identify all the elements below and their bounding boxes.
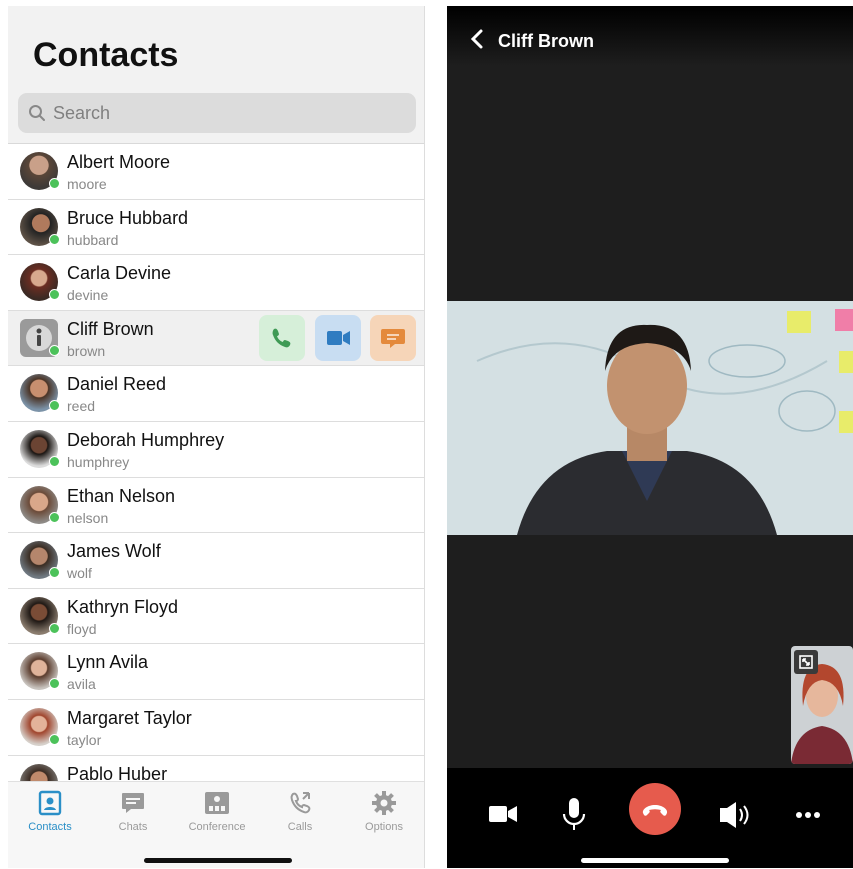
tab-label: Chats xyxy=(118,821,148,833)
online-status-dot xyxy=(49,178,60,189)
contact-username: taylor xyxy=(67,731,102,748)
microphone-button[interactable] xyxy=(547,788,601,842)
hang-up-icon xyxy=(642,805,668,816)
video-call-screen: Cliff Brown xyxy=(447,6,853,868)
contact-row-ethan-nelson[interactable]: Ethan Nelson nelson xyxy=(8,477,424,534)
call-button[interactable] xyxy=(259,314,305,361)
contact-username: humphrey xyxy=(67,453,130,470)
online-status-dot xyxy=(49,455,60,467)
contact-row-carla-devine[interactable]: Carla Devine devine xyxy=(8,255,424,311)
search-icon xyxy=(29,105,45,121)
online-status-dot xyxy=(49,289,60,301)
tab-label: Options xyxy=(365,821,403,833)
tab-label: Calls xyxy=(287,821,313,833)
online-status-dot xyxy=(49,511,60,523)
chevron-left-icon[interactable] xyxy=(469,28,485,50)
online-status-dot xyxy=(49,567,60,579)
contacts-header: Contacts Search xyxy=(8,6,424,144)
video-call-button[interactable] xyxy=(315,314,361,361)
online-status-dot xyxy=(49,678,60,690)
contact-row-margaret-taylor[interactable]: Margaret Taylor taylor xyxy=(8,699,424,756)
contact-row-lynn-avila[interactable]: Lynn Avila avila xyxy=(8,644,424,700)
tab-options[interactable]: Options xyxy=(344,790,424,833)
contact-name: Bruce Hubbard xyxy=(67,207,189,228)
camera-toggle-button[interactable] xyxy=(477,788,531,842)
contact-row-pablo-huber[interactable]: Pablo Huber xyxy=(8,755,424,781)
contact-username: nelson xyxy=(67,509,109,526)
contact-username: floyd xyxy=(67,620,97,637)
call-header: Cliff Brown xyxy=(447,6,853,66)
tab-conference[interactable]: Conference xyxy=(177,790,257,833)
speaker-button[interactable] xyxy=(709,788,763,842)
contacts-panel: Contacts Search Albert Moore moore Bruce… xyxy=(8,6,425,868)
contact-name: Pablo Huber xyxy=(67,763,168,781)
search-placeholder: Search xyxy=(53,103,111,123)
gear-icon xyxy=(372,791,396,815)
video-camera-icon xyxy=(489,806,517,822)
expand-self-view-button[interactable] xyxy=(794,650,818,674)
online-status-dot xyxy=(49,233,60,245)
search-input[interactable]: Search xyxy=(18,93,416,133)
page-title: Contacts xyxy=(33,36,179,74)
tab-label: Contacts xyxy=(28,821,72,833)
online-status-dot xyxy=(49,733,60,745)
contact-name: Lynn Avila xyxy=(67,652,149,673)
contact-name: Ethan Nelson xyxy=(67,485,176,506)
chat-button[interactable] xyxy=(370,314,416,361)
contact-name: James Wolf xyxy=(67,541,161,562)
tab-chats[interactable]: Chats xyxy=(93,790,173,833)
contact-row-james-wolf[interactable]: James Wolf wolf xyxy=(8,533,424,589)
contact-list: Albert Moore moore Bruce Hubbard hubbard… xyxy=(8,144,424,781)
contact-row-albert-moore[interactable]: Albert Moore moore xyxy=(8,144,424,200)
contact-row-kathryn-floyd[interactable]: Kathryn Floyd floyd xyxy=(8,588,424,645)
contact-name: Carla Devine xyxy=(67,263,172,284)
online-status-dot xyxy=(49,344,60,356)
contact-row-deborah-humphrey[interactable]: Deborah Humphrey humphrey xyxy=(8,421,424,478)
contact-row-bruce-hubbard[interactable]: Bruce Hubbard hubbard xyxy=(8,199,424,256)
tab-label: Conference xyxy=(188,821,246,833)
tab-contacts[interactable]: Contacts xyxy=(10,790,90,833)
phone-icon xyxy=(272,328,291,348)
expand-icon xyxy=(799,655,813,669)
video-camera-icon xyxy=(327,330,350,345)
calls-icon xyxy=(290,792,311,814)
chat-icon xyxy=(381,328,405,348)
contact-username: devine xyxy=(67,287,109,304)
contact-username: moore xyxy=(67,176,107,192)
online-status-dot xyxy=(49,622,60,634)
contact-username: brown xyxy=(67,342,106,359)
online-status-dot xyxy=(49,400,60,412)
contact-username: reed xyxy=(67,398,96,415)
chat-icon xyxy=(122,793,144,813)
more-icon xyxy=(796,812,820,818)
speaker-icon xyxy=(720,802,749,828)
remote-video xyxy=(447,301,853,535)
tab-bar: Contacts Chats Conference Calls Options xyxy=(8,781,424,868)
microphone-icon xyxy=(562,798,586,830)
hang-up-button[interactable] xyxy=(629,783,681,835)
tab-calls[interactable]: Calls xyxy=(260,790,340,833)
home-indicator xyxy=(581,858,729,863)
contact-row-cliff-brown[interactable]: Cliff Brown brown xyxy=(8,310,424,367)
conference-icon xyxy=(205,792,229,814)
contact-username: hubbard xyxy=(67,231,119,248)
contact-username: avila xyxy=(67,676,96,693)
contacts-icon xyxy=(38,790,62,816)
more-options-button[interactable] xyxy=(781,788,835,842)
contact-row-daniel-reed[interactable]: Daniel Reed reed xyxy=(8,366,424,422)
contact-name: Albert Moore xyxy=(67,152,171,172)
call-contact-name: Cliff Brown xyxy=(498,31,594,51)
contact-name: Daniel Reed xyxy=(67,374,167,395)
contact-name: Kathryn Floyd xyxy=(67,596,179,617)
contact-name: Margaret Taylor xyxy=(67,707,192,728)
contact-name: Cliff Brown xyxy=(67,318,154,339)
call-controls xyxy=(447,768,853,868)
contact-username: wolf xyxy=(67,565,92,582)
contact-name: Deborah Humphrey xyxy=(67,429,225,450)
avatar xyxy=(20,763,58,781)
home-indicator xyxy=(144,858,292,863)
